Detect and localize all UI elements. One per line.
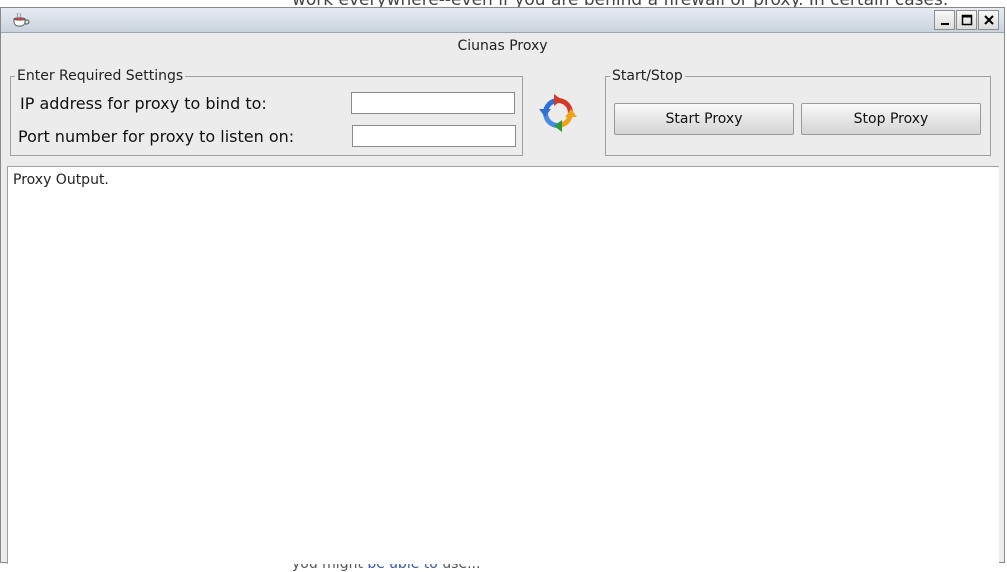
window-titlebar[interactable] [1, 8, 1004, 33]
settings-group: Enter Required Settings IP address for p… [10, 68, 523, 156]
coffee-cup-icon[interactable] [11, 12, 31, 28]
minimize-icon [940, 23, 949, 25]
settings-legend: Enter Required Settings [15, 68, 186, 84]
minimize-button[interactable] [934, 10, 955, 30]
proxy-output-area[interactable]: Proxy Output. [7, 166, 999, 564]
start-stop-group: Start/Stop Start Proxy Stop Proxy [605, 68, 991, 156]
port-number-input[interactable] [352, 125, 516, 147]
ip-address-input[interactable] [351, 92, 515, 114]
ip-address-label: IP address for proxy to bind to: [20, 94, 267, 113]
maximize-icon [961, 14, 972, 26]
maximize-button[interactable] [956, 10, 977, 30]
close-icon [983, 15, 994, 25]
proxy-window: Ciunas Proxy Enter Required Settings IP … [0, 7, 1005, 564]
proxy-output-text: Proxy Output. [13, 172, 109, 188]
start-stop-legend: Start/Stop [610, 68, 685, 84]
start-proxy-button[interactable]: Start Proxy [614, 103, 794, 135]
port-number-label: Port number for proxy to listen on: [18, 127, 295, 146]
stop-proxy-button[interactable]: Stop Proxy [801, 103, 981, 135]
refresh-icon [537, 92, 579, 134]
frame-title: Ciunas Proxy [457, 38, 548, 54]
close-button[interactable] [978, 10, 999, 30]
